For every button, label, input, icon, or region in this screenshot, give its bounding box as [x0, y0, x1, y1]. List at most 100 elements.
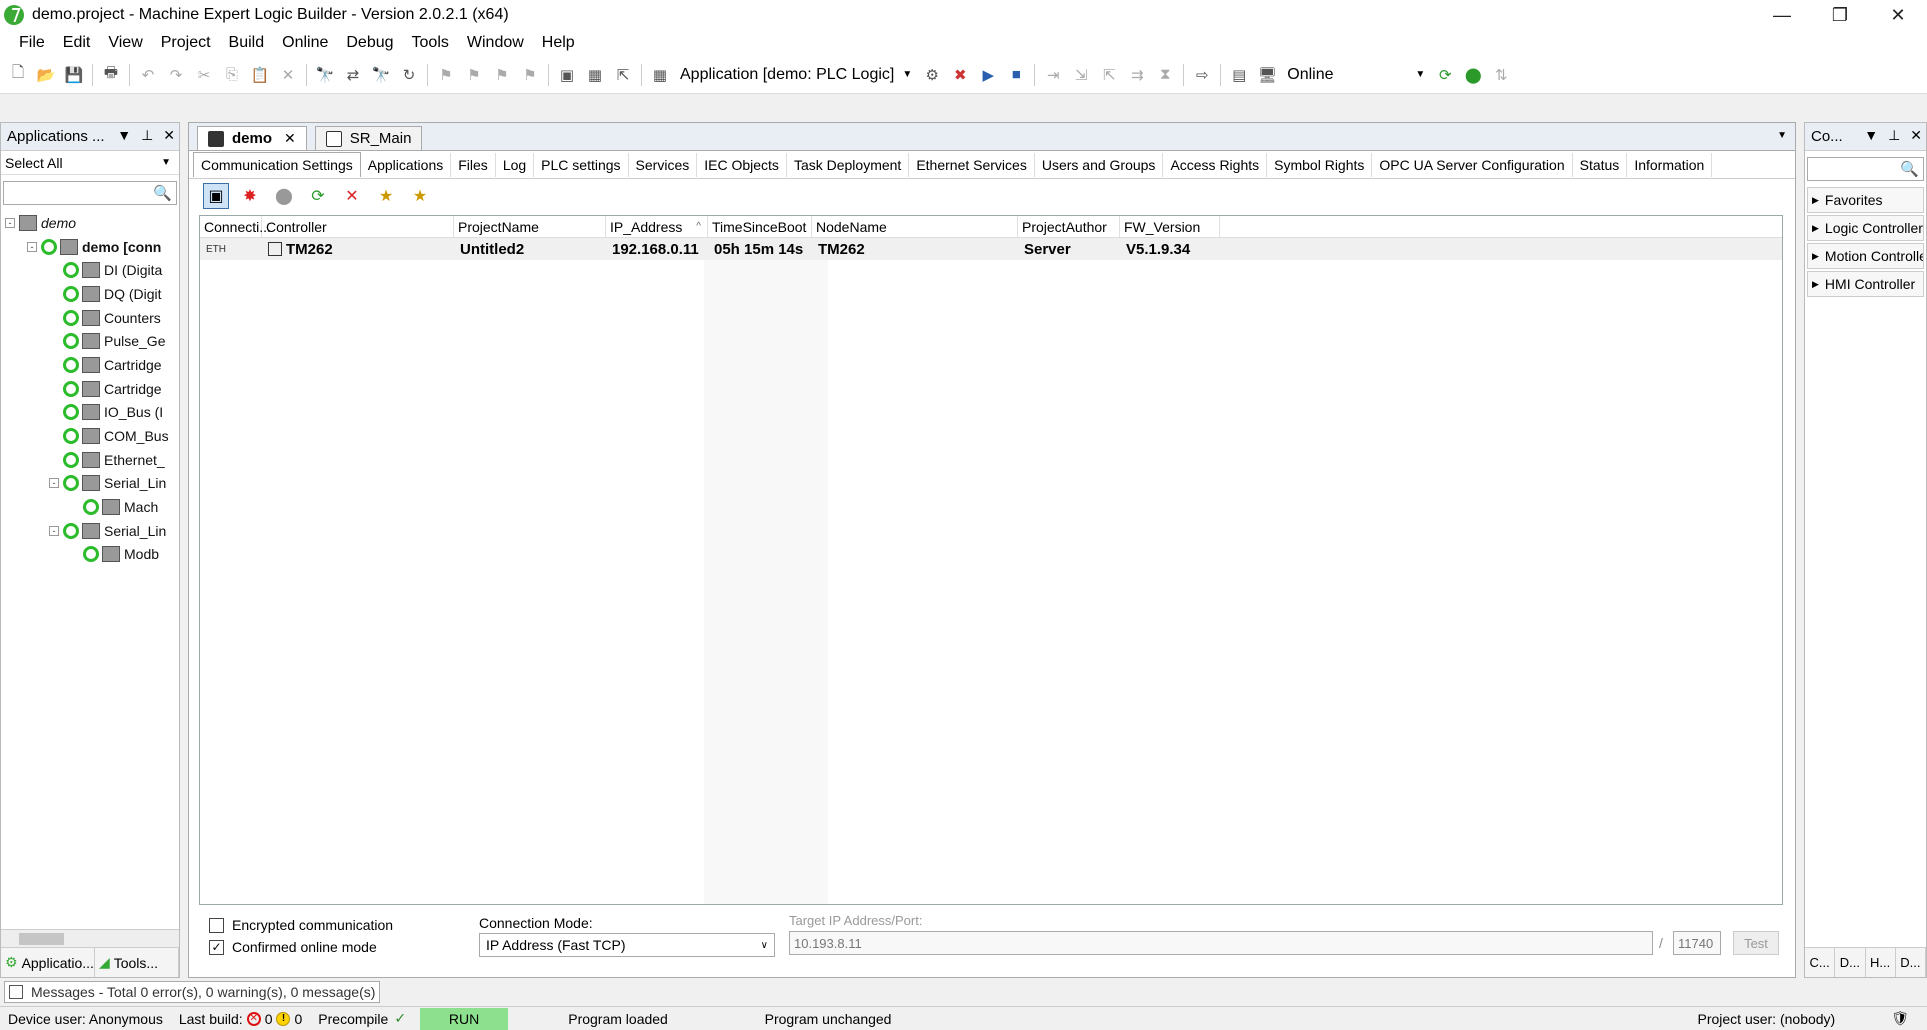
menu-tools[interactable]: Tools	[403, 34, 458, 52]
wink-icon[interactable]: ✸	[237, 183, 263, 209]
favorite-icon[interactable]: ★	[407, 183, 433, 209]
login-icon[interactable]: ⚙	[921, 64, 943, 86]
monitor-icon[interactable]: ▤	[1228, 64, 1250, 86]
restore-button[interactable]: ❐	[1811, 0, 1869, 30]
menu-build[interactable]: Build	[220, 34, 274, 52]
export-icon[interactable]: ⇱	[612, 64, 634, 86]
screen-icon[interactable]: 🖥	[1256, 64, 1278, 86]
tree-item[interactable]: Ethernet_	[1, 448, 179, 472]
tree-item[interactable]: Counters	[1, 306, 179, 330]
menu-edit[interactable]: Edit	[54, 34, 100, 52]
menu-file[interactable]: File	[10, 34, 54, 52]
paste-icon[interactable]: 📋	[249, 64, 271, 86]
tree-item[interactable]: - demo [conn	[1, 235, 179, 259]
checkbox-unchecked[interactable]	[209, 917, 224, 933]
tree-item[interactable]: Mach	[1, 495, 179, 519]
print-icon[interactable]: 🖶	[100, 64, 122, 86]
column-header-ip-address[interactable]: IP_Address ^	[606, 216, 708, 237]
open-folder-icon[interactable]: 📂	[35, 64, 57, 86]
menu-online[interactable]: Online	[273, 34, 337, 52]
shield-icon[interactable]: 🛡	[1883, 1010, 1917, 1027]
menu-debug[interactable]: Debug	[337, 34, 402, 52]
column-header-projectauthor[interactable]: ProjectAuthor	[1018, 216, 1120, 237]
tree-expander-icon[interactable]: -	[49, 525, 59, 536]
close-icon[interactable]: ✕	[1910, 127, 1922, 144]
column-header-controller[interactable]: Controller	[262, 216, 454, 237]
find-previous-icon[interactable]: ↻	[398, 64, 420, 86]
window-icon[interactable]: ▣	[556, 64, 578, 86]
tab-d[interactable]: D...	[1896, 948, 1926, 977]
redo-icon[interactable]: ↷	[165, 64, 187, 86]
tree-search-input[interactable]: 🔍	[3, 181, 177, 205]
grid-dropdown-icon[interactable]: ▦	[584, 64, 606, 86]
tab-communication-settings[interactable]: Communication Settings	[193, 152, 361, 177]
menu-help[interactable]: Help	[533, 34, 584, 52]
column-header-fw-version[interactable]: FW_Version	[1120, 216, 1220, 237]
horizontal-scrollbar[interactable]	[1, 929, 179, 947]
tab-log[interactable]: Log	[496, 152, 535, 177]
close-window-button[interactable]: ✕	[1869, 0, 1927, 30]
tab-ethernet-services[interactable]: Ethernet Services	[909, 152, 1035, 177]
tree-item[interactable]: COM_Bus	[1, 424, 179, 448]
tab-files[interactable]: Files	[451, 152, 496, 177]
tree-item[interactable]: Modb	[1, 543, 179, 567]
tree-expander-icon[interactable]: -	[27, 241, 37, 252]
messages-tab[interactable]: Messages - Total 0 error(s), 0 warning(s…	[4, 981, 381, 1003]
close-icon[interactable]: ✕	[284, 130, 296, 147]
doc-tab-demo[interactable]: demo ✕	[197, 126, 307, 150]
tab-users-and-groups[interactable]: Users and Groups	[1035, 152, 1164, 177]
menu-window[interactable]: Window	[458, 34, 533, 52]
panel-menu-icon[interactable]: ▼	[1864, 127, 1878, 144]
tree-expander-icon[interactable]: -	[5, 217, 15, 228]
menu-project[interactable]: Project	[152, 34, 220, 52]
undo-icon[interactable]: ↶	[137, 64, 159, 86]
tree-item[interactable]: IO_Bus (I	[1, 401, 179, 425]
catalog-search-input[interactable]: 🔍	[1807, 157, 1924, 181]
online-mode-combo[interactable]: Online ▼	[1281, 63, 1431, 87]
tab-task-deployment[interactable]: Task Deployment	[787, 152, 910, 177]
bookmark-icon[interactable]: ⚑	[435, 64, 457, 86]
step-into-icon[interactable]: ⇲	[1070, 64, 1092, 86]
tab-iec-objects[interactable]: IEC Objects	[697, 152, 787, 177]
pin-icon[interactable]: ⊥	[141, 127, 153, 144]
tab-opc-ua-server-configuration[interactable]: OPC UA Server Configuration	[1372, 152, 1573, 177]
replace-icon[interactable]: ⇄	[342, 64, 364, 86]
doc-tab-sr-main[interactable]: SR_Main	[314, 126, 423, 150]
target-ip-input[interactable]: 10.193.8.11	[789, 931, 1653, 955]
tab-applications[interactable]: Applications	[361, 152, 452, 177]
tree-item[interactable]: DI (Digita	[1, 258, 179, 282]
tab-tools[interactable]: ◢ Tools...	[95, 948, 179, 977]
active-application-combo[interactable]: Application [demo: PLC Logic] ▼	[674, 63, 918, 87]
tab-hardware[interactable]: H...	[1866, 948, 1896, 977]
clear-bookmarks-icon[interactable]: ⚑	[519, 64, 541, 86]
tab-catalog[interactable]: C...	[1805, 948, 1836, 977]
previous-bookmark-icon[interactable]: ⚑	[491, 64, 513, 86]
scrollbar-thumb[interactable]	[19, 933, 64, 945]
column-header-timesinceboot[interactable]: TimeSinceBoot	[708, 216, 812, 237]
write-values-icon[interactable]: ⇨	[1191, 64, 1213, 86]
tree-item[interactable]: Cartridge	[1, 353, 179, 377]
cut-icon[interactable]: ✂	[193, 64, 215, 86]
find-next-icon[interactable]: 🔭	[370, 64, 392, 86]
start-icon[interactable]: ▶	[977, 64, 999, 86]
tab-access-rights[interactable]: Access Rights	[1163, 152, 1268, 177]
catalog-item-motion-controller[interactable]: ▶ Motion Controller	[1807, 243, 1924, 269]
plc-status-icon[interactable]: ⬤	[1462, 64, 1484, 86]
delete-icon[interactable]: ✕	[277, 64, 299, 86]
delete-icon[interactable]: ✕	[339, 183, 365, 209]
step-out-icon[interactable]: ⇱	[1098, 64, 1120, 86]
refresh-icon[interactable]: ⟳	[305, 183, 331, 209]
tree-item[interactable]: - demo	[1, 211, 179, 235]
column-header-connecti-[interactable]: Connecti...	[200, 216, 271, 237]
catalog-item-favorites[interactable]: ▶ Favorites	[1807, 187, 1924, 213]
panel-menu-icon[interactable]: ▼	[117, 127, 131, 144]
menu-view[interactable]: View	[99, 34, 151, 52]
tab-applications[interactable]: ⚙ Applicatio...	[1, 948, 95, 977]
step-over-icon[interactable]: ⇥	[1042, 64, 1064, 86]
close-icon[interactable]: ✕	[163, 127, 175, 144]
tab-symbol-rights[interactable]: Symbol Rights	[1267, 152, 1373, 177]
stop-icon[interactable]: ■	[1005, 64, 1027, 86]
tabs-dropdown-icon[interactable]: ▼	[1777, 130, 1787, 141]
confirmed-online-mode-checkbox[interactable]: ✓ Confirmed online mode	[209, 939, 377, 955]
catalog-item-logic-controller[interactable]: ▶ Logic Controller	[1807, 215, 1924, 241]
